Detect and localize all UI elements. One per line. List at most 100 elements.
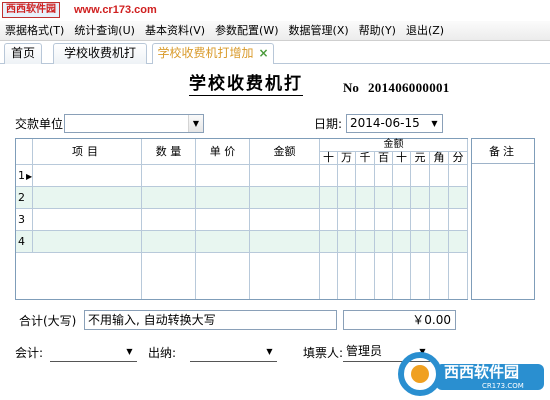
grid-cell[interactable]	[393, 231, 411, 253]
grid-cell[interactable]	[411, 231, 430, 253]
grid-cell[interactable]	[250, 231, 320, 253]
accountant-combo[interactable]: ▼	[50, 343, 137, 362]
grid-cell[interactable]	[142, 187, 196, 209]
sum-amount-field: ￥0.00	[343, 310, 456, 330]
grid-cell[interactable]	[375, 187, 393, 209]
grid-empty-area	[411, 253, 430, 299]
grid-cell[interactable]	[393, 187, 411, 209]
digit-header: 百	[375, 152, 393, 165]
grid-cell[interactable]	[196, 187, 250, 209]
grid-cell[interactable]	[250, 209, 320, 231]
watermark-bar: 西西软件园 www.cr173.com	[0, 0, 550, 21]
accountant-label: 会计:	[15, 346, 44, 360]
menu-ticket-format[interactable]: 票据格式(T)	[0, 21, 69, 41]
grid-cell[interactable]	[33, 231, 142, 253]
menu-help[interactable]: 帮助(Y)	[354, 21, 401, 41]
grid-cell[interactable]	[320, 187, 338, 209]
sum-words-label: 合计(大写)	[19, 314, 77, 328]
menu-exit[interactable]: 退出(Z)	[401, 21, 449, 41]
grid-cell[interactable]	[393, 165, 411, 187]
grid-cell[interactable]	[338, 231, 356, 253]
grid-cell[interactable]	[356, 165, 375, 187]
items-grid[interactable]: 项目 数 量 单 价 金额 金额 十 万 千 百 十 元 角 分 1▶ 2 3 4	[15, 138, 468, 300]
col-header-unit-price: 单 价	[196, 139, 250, 165]
grid-cell[interactable]	[393, 209, 411, 231]
grid-cell[interactable]	[33, 209, 142, 231]
grid-empty-area	[338, 253, 356, 299]
grid-cell[interactable]	[320, 231, 338, 253]
grid-cell[interactable]	[449, 209, 468, 231]
chevron-down-icon[interactable]: ▼	[262, 343, 277, 360]
menu-basic-data[interactable]: 基本资料(V)	[140, 21, 210, 41]
grid-cell[interactable]	[411, 187, 430, 209]
grid-cell[interactable]	[449, 165, 468, 187]
grid-cell[interactable]	[375, 209, 393, 231]
grid-cell[interactable]	[196, 209, 250, 231]
row-number-label: 1	[18, 169, 25, 182]
grid-cell[interactable]	[411, 165, 430, 187]
grid-empty-area	[196, 253, 250, 299]
grid-cell[interactable]	[375, 165, 393, 187]
tab-home[interactable]: 首页	[4, 43, 42, 64]
date-picker[interactable]: 2014-06-15 ▼	[346, 114, 443, 133]
grid-cell[interactable]	[142, 231, 196, 253]
chevron-down-icon[interactable]: ▼	[188, 115, 203, 132]
grid-empty-area	[320, 253, 338, 299]
payer-combo[interactable]: ▼	[64, 114, 204, 133]
grid-cell[interactable]	[356, 209, 375, 231]
grid-cell[interactable]	[33, 187, 142, 209]
grid-cell[interactable]	[320, 165, 338, 187]
grid-cell[interactable]	[33, 165, 142, 187]
row-number: 4	[16, 231, 33, 253]
grid-cell[interactable]	[250, 187, 320, 209]
grid-cell[interactable]	[449, 231, 468, 253]
grid-cell[interactable]	[430, 209, 449, 231]
grid-cell[interactable]	[338, 209, 356, 231]
grid-cell[interactable]	[142, 209, 196, 231]
grid-cell[interactable]	[430, 165, 449, 187]
remark-panel[interactable]: 备注	[471, 138, 535, 300]
tab-school-fee-print[interactable]: 学校收费机打	[53, 43, 147, 64]
grid-cell[interactable]	[449, 187, 468, 209]
date-label: 日期:	[314, 117, 343, 131]
grid-empty-area	[356, 253, 375, 299]
current-row-icon: ▶	[26, 172, 33, 181]
grid-cell[interactable]	[338, 165, 356, 187]
digit-header: 分	[449, 152, 468, 165]
row-number-label: 3	[18, 213, 25, 226]
grid-empty-area	[375, 253, 393, 299]
tab-home-label: 首页	[10, 46, 35, 60]
menu-data-management[interactable]: 数据管理(X)	[284, 21, 354, 41]
grid-cell[interactable]	[320, 209, 338, 231]
row-number-label: 4	[18, 235, 25, 248]
grid-cell[interactable]	[338, 187, 356, 209]
digit-header: 千	[356, 152, 375, 165]
cashier-combo[interactable]: ▼	[190, 343, 277, 362]
grid-corner	[16, 139, 33, 165]
chevron-down-icon[interactable]: ▼	[427, 115, 442, 132]
preparer-label: 填票人:	[303, 346, 344, 360]
row-number-label: 2	[18, 191, 25, 204]
grid-cell[interactable]	[142, 165, 196, 187]
tab-school-fee-print-add[interactable]: 学校收费机打增加 ×	[152, 43, 274, 65]
grid-cell[interactable]	[250, 165, 320, 187]
watermark-logo: 西西软件园 CR173.COM	[398, 350, 548, 398]
grid-cell[interactable]	[356, 231, 375, 253]
digit-header: 角	[430, 152, 449, 165]
grid-cell[interactable]	[196, 231, 250, 253]
digit-header: 元	[411, 152, 430, 165]
grid-cell[interactable]	[196, 165, 250, 187]
grid-cell[interactable]	[356, 187, 375, 209]
chevron-down-icon[interactable]: ▼	[122, 343, 137, 360]
row-number: 2	[16, 187, 33, 209]
sum-words-field: 不用输入, 自动转换大写	[84, 310, 337, 330]
close-icon[interactable]: ×	[258, 46, 268, 60]
grid-cell[interactable]	[430, 231, 449, 253]
grid-cell[interactable]	[411, 209, 430, 231]
row-number: 1▶	[16, 165, 33, 187]
grid-cell[interactable]	[430, 187, 449, 209]
menu-parameters[interactable]: 参数配置(W)	[210, 21, 283, 41]
grid-empty-area	[430, 253, 449, 299]
menu-statistics[interactable]: 统计查询(U)	[69, 21, 140, 41]
grid-cell[interactable]	[375, 231, 393, 253]
